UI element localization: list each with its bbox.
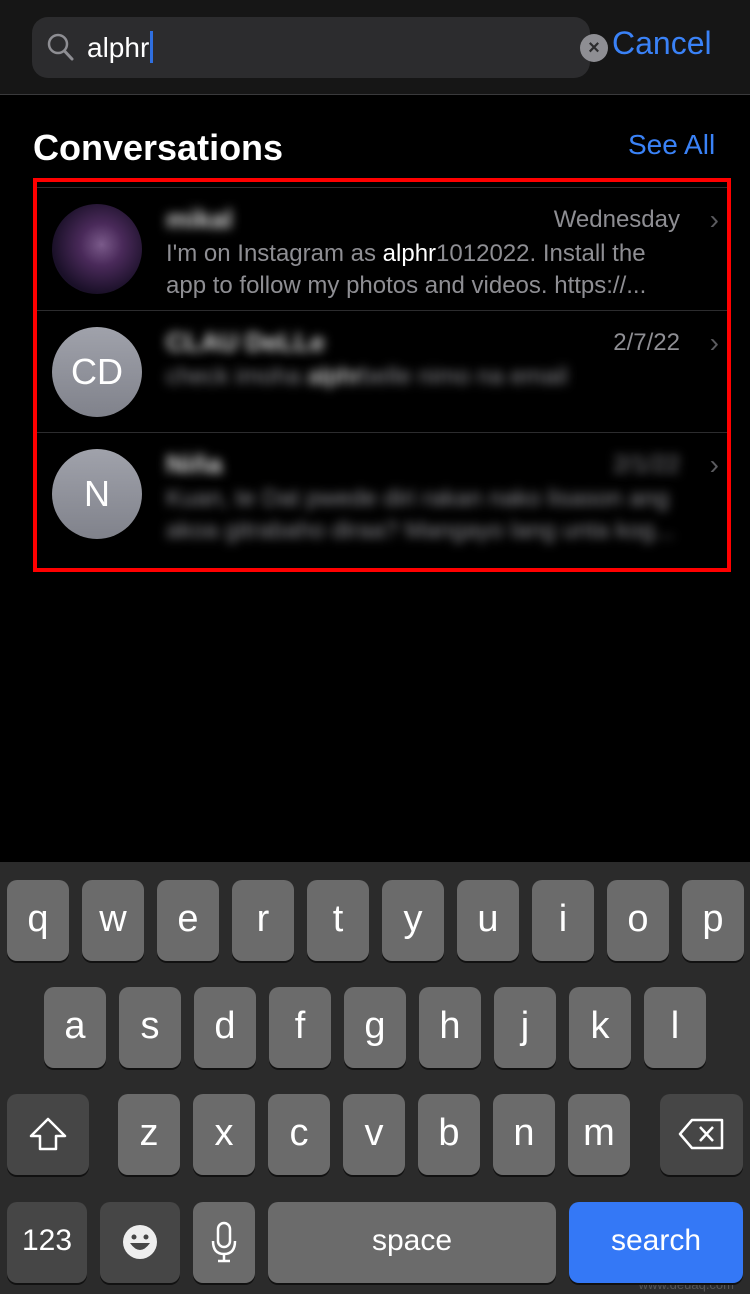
key-d[interactable]: d bbox=[194, 987, 256, 1068]
key-c[interactable]: c bbox=[268, 1094, 330, 1175]
key-r[interactable]: r bbox=[232, 880, 294, 961]
key-w[interactable]: w bbox=[82, 880, 144, 961]
search-header: alphr × Cancel bbox=[0, 0, 750, 95]
emoji-key[interactable] bbox=[100, 1202, 180, 1283]
text-caret bbox=[150, 31, 154, 63]
dictation-key[interactable] bbox=[193, 1202, 255, 1283]
numbers-key[interactable]: 123 bbox=[7, 1202, 87, 1283]
key-n[interactable]: n bbox=[493, 1094, 555, 1175]
key-q[interactable]: q bbox=[7, 880, 69, 961]
key-i[interactable]: i bbox=[532, 880, 594, 961]
key-k[interactable]: k bbox=[569, 987, 631, 1068]
search-input[interactable]: alphr bbox=[87, 31, 154, 64]
key-e[interactable]: e bbox=[157, 880, 219, 961]
key-g[interactable]: g bbox=[344, 987, 406, 1068]
cancel-button[interactable]: Cancel bbox=[612, 25, 712, 62]
key-o[interactable]: o bbox=[607, 880, 669, 961]
key-b[interactable]: b bbox=[418, 1094, 480, 1175]
search-icon bbox=[47, 33, 74, 61]
key-z[interactable]: z bbox=[118, 1094, 180, 1175]
emoji-icon bbox=[123, 1225, 157, 1259]
key-v[interactable]: v bbox=[343, 1094, 405, 1175]
key-a[interactable]: a bbox=[44, 987, 106, 1068]
key-y[interactable]: y bbox=[382, 880, 444, 961]
delete-key[interactable] bbox=[660, 1094, 743, 1175]
space-key[interactable]: space bbox=[268, 1202, 556, 1283]
microphone-icon bbox=[211, 1221, 237, 1263]
see-all-button[interactable]: See All bbox=[628, 129, 715, 161]
search-key[interactable]: search bbox=[569, 1202, 743, 1283]
key-s[interactable]: s bbox=[119, 987, 181, 1068]
key-f[interactable]: f bbox=[269, 987, 331, 1068]
keyboard: www.deuaq.com qwertyuiopasdfghjklzxcvbnm… bbox=[0, 862, 750, 1294]
shift-icon bbox=[29, 1117, 67, 1151]
search-field[interactable]: alphr × bbox=[32, 17, 608, 78]
delete-icon bbox=[678, 1118, 723, 1150]
key-h[interactable]: h bbox=[419, 987, 481, 1068]
section-title: Conversations bbox=[33, 127, 284, 168]
key-x[interactable]: x bbox=[193, 1094, 255, 1175]
clear-icon[interactable]: × bbox=[580, 34, 608, 62]
highlight-box bbox=[33, 178, 731, 572]
shift-key[interactable] bbox=[7, 1094, 89, 1175]
key-m[interactable]: m bbox=[568, 1094, 630, 1175]
key-p[interactable]: p bbox=[682, 880, 744, 961]
key-u[interactable]: u bbox=[457, 880, 519, 961]
key-l[interactable]: l bbox=[644, 987, 706, 1068]
key-t[interactable]: t bbox=[307, 880, 369, 961]
key-j[interactable]: j bbox=[494, 987, 556, 1068]
